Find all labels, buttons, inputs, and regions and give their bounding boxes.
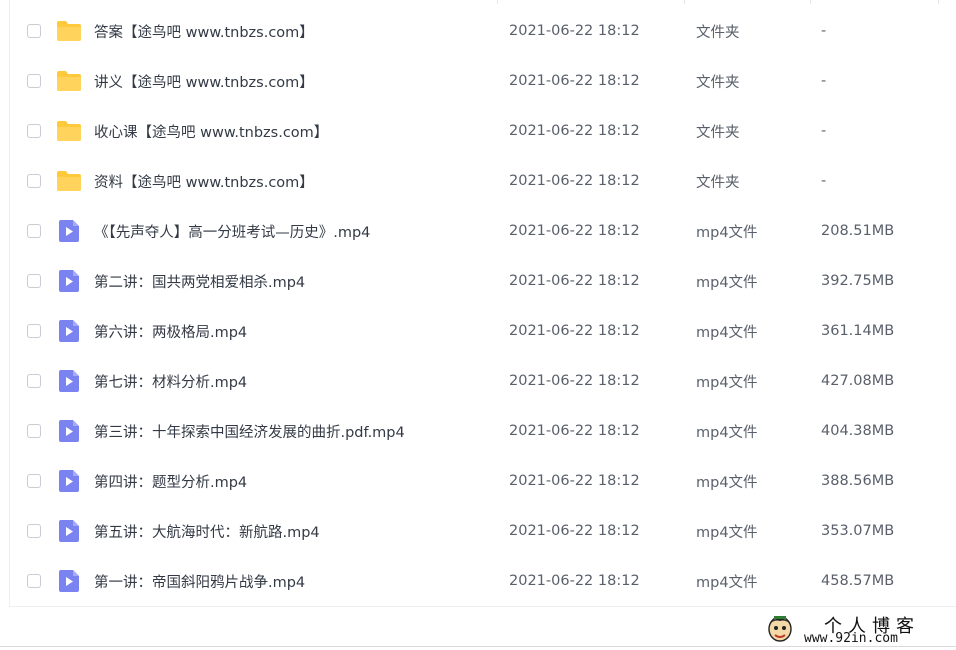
- file-type: mp4文件: [696, 324, 758, 341]
- file-name[interactable]: 第六讲：两极格局.mp4: [94, 321, 247, 342]
- file-modified-time: 2021-06-22 18:12: [509, 323, 640, 339]
- row-checkbox[interactable]: [27, 474, 41, 488]
- file-row[interactable]: 收心课【途鸟吧 www.tnbzs.com】 2021-06-22 18:12 文件…: [10, 106, 956, 156]
- file-modified-time: 2021-06-22 18:12: [509, 423, 640, 439]
- file-type: 文件夹: [696, 74, 740, 91]
- file-size: 208.51MB: [821, 223, 895, 239]
- row-checkbox[interactable]: [27, 124, 41, 138]
- file-modified-time: 2021-06-22 18:12: [509, 123, 640, 139]
- file-name[interactable]: 资料【途鸟吧 www.tnbzs.com】: [94, 171, 314, 192]
- row-checkbox[interactable]: [27, 374, 41, 388]
- folder-icon: [56, 19, 82, 43]
- file-row[interactable]: 第一讲：帝国斜阳鸦片战争.mp4 2021-06-22 18:12 mp4文件 458…: [10, 556, 956, 606]
- row-checkbox[interactable]: [27, 274, 41, 288]
- row-checkbox[interactable]: [27, 424, 41, 438]
- file-list: 答案【途鸟吧 www.tnbzs.com】 2021-06-22 18:12 文件夹…: [9, 0, 956, 607]
- column-divider: [810, 0, 811, 4]
- video-file-icon: [56, 319, 82, 343]
- file-size: 361.14MB: [821, 323, 895, 339]
- file-row[interactable]: 第四讲：题型分析.mp4 2021-06-22 18:12 mp4文件 388.56M…: [10, 456, 956, 506]
- watermark-url: www.92in.com: [804, 631, 898, 646]
- file-row[interactable]: 第七讲：材料分析.mp4 2021-06-22 18:12 mp4文件 427.08M…: [10, 356, 956, 406]
- file-row[interactable]: 答案【途鸟吧 www.tnbzs.com】 2021-06-22 18:12 文件夹…: [10, 6, 956, 56]
- file-size: 388.56MB: [821, 473, 895, 489]
- file-modified-time: 2021-06-22 18:12: [509, 373, 640, 389]
- row-checkbox[interactable]: [27, 524, 41, 538]
- file-modified-time: 2021-06-22 18:12: [509, 73, 640, 89]
- file-row[interactable]: 第五讲：大航海时代：新航路.mp4 2021-06-22 18:12 mp4文件 35…: [10, 506, 956, 556]
- file-type: mp4文件: [696, 474, 758, 491]
- file-modified-time: 2021-06-22 18:12: [509, 223, 640, 239]
- video-file-icon: [56, 519, 82, 543]
- file-type: mp4文件: [696, 374, 758, 391]
- file-type: mp4文件: [696, 224, 758, 241]
- file-name[interactable]: 第三讲：十年探索中国经济发展的曲折.pdf.mp4: [94, 421, 405, 442]
- file-type: 文件夹: [696, 124, 740, 141]
- folder-icon: [56, 69, 82, 93]
- file-size: 458.57MB: [821, 573, 895, 589]
- video-file-icon: [56, 369, 82, 393]
- file-modified-time: 2021-06-22 18:12: [509, 473, 640, 489]
- file-row[interactable]: 讲义【途鸟吧 www.tnbzs.com】 2021-06-22 18:12 文件夹…: [10, 56, 956, 106]
- row-checkbox[interactable]: [27, 224, 41, 238]
- row-checkbox[interactable]: [27, 24, 41, 38]
- file-type: mp4文件: [696, 574, 758, 591]
- row-checkbox[interactable]: [27, 74, 41, 88]
- video-file-icon: [56, 219, 82, 243]
- video-file-icon: [56, 419, 82, 443]
- row-checkbox[interactable]: [27, 324, 41, 338]
- file-name[interactable]: 第五讲：大航海时代：新航路.mp4: [94, 521, 320, 542]
- file-size: 404.38MB: [821, 423, 895, 439]
- video-file-icon: [56, 269, 82, 293]
- file-modified-time: 2021-06-22 18:12: [509, 23, 640, 39]
- file-row[interactable]: 《【先声夺人】高一分班考试—历史》.mp4 2021-06-22 18:12 mp4…: [10, 206, 956, 256]
- file-row[interactable]: 资料【途鸟吧 www.tnbzs.com】 2021-06-22 18:12 文件夹…: [10, 156, 956, 206]
- file-size: 427.08MB: [821, 373, 895, 389]
- file-type: 文件夹: [696, 24, 740, 41]
- file-type: mp4文件: [696, 274, 758, 291]
- file-name[interactable]: 第二讲：国共两党相爱相杀.mp4: [94, 271, 305, 292]
- file-row[interactable]: 第六讲：两极格局.mp4 2021-06-22 18:12 mp4文件 361.14M…: [10, 306, 956, 356]
- column-divider: [497, 0, 498, 4]
- watermark: 个人博客 www.92in.com: [762, 609, 952, 649]
- file-size: 392.75MB: [821, 273, 895, 289]
- folder-icon: [56, 169, 82, 193]
- file-name[interactable]: 第四讲：题型分析.mp4: [94, 471, 247, 492]
- file-modified-time: 2021-06-22 18:12: [509, 523, 640, 539]
- mascot-icon: [768, 616, 792, 642]
- folder-icon: [56, 119, 82, 143]
- file-name[interactable]: 收心课【途鸟吧 www.tnbzs.com】: [94, 121, 328, 142]
- file-name[interactable]: 答案【途鸟吧 www.tnbzs.com】: [94, 21, 314, 42]
- file-modified-time: 2021-06-22 18:12: [509, 173, 640, 189]
- file-name[interactable]: 第一讲：帝国斜阳鸦片战争.mp4: [94, 571, 305, 592]
- file-name[interactable]: 讲义【途鸟吧 www.tnbzs.com】: [94, 71, 314, 92]
- file-name[interactable]: 第七讲：材料分析.mp4: [94, 371, 247, 392]
- file-row[interactable]: 第二讲：国共两党相爱相杀.mp4 2021-06-22 18:12 mp4文件 392…: [10, 256, 956, 306]
- file-size: -: [821, 23, 827, 39]
- video-file-icon: [56, 469, 82, 493]
- file-size: -: [821, 123, 827, 139]
- file-type: mp4文件: [696, 424, 758, 441]
- file-name[interactable]: 《【先声夺人】高一分班考试—历史》.mp4: [94, 221, 370, 242]
- video-file-icon: [56, 569, 82, 593]
- file-modified-time: 2021-06-22 18:12: [509, 273, 640, 289]
- file-size: -: [821, 73, 827, 89]
- file-row[interactable]: 第三讲：十年探索中国经济发展的曲折.pdf.mp4 2021-06-22 18:1…: [10, 406, 956, 456]
- column-divider: [938, 0, 939, 4]
- file-type: mp4文件: [696, 524, 758, 541]
- column-divider: [684, 0, 685, 4]
- file-type: 文件夹: [696, 174, 740, 191]
- file-modified-time: 2021-06-22 18:12: [509, 573, 640, 589]
- row-checkbox[interactable]: [27, 574, 41, 588]
- file-size: 353.07MB: [821, 523, 895, 539]
- file-size: -: [821, 173, 827, 189]
- row-checkbox[interactable]: [27, 174, 41, 188]
